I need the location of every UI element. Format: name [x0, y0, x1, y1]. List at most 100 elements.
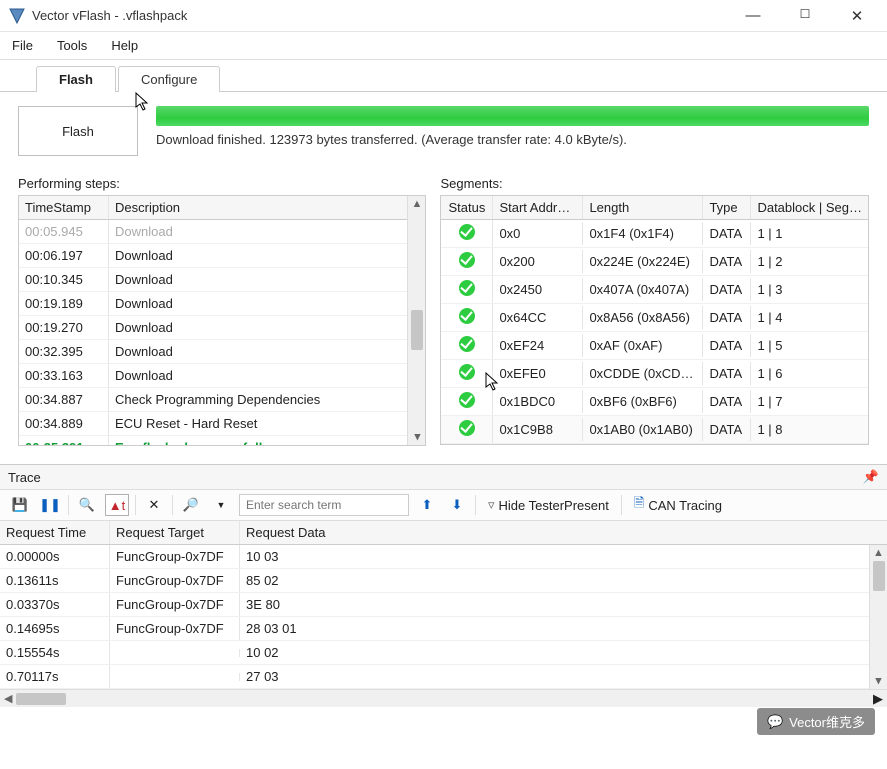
trace-cell-rt: 0.15554s — [0, 641, 110, 664]
maximize-button[interactable]: ☐ — [791, 7, 819, 25]
trace-row[interactable]: 0.14695s FuncGroup-0x7DF 28 03 01 — [0, 617, 869, 641]
steps-cell-desc: Download — [109, 244, 407, 267]
pause-icon[interactable]: ❚❚ — [38, 494, 62, 516]
segment-status-cell — [441, 332, 493, 359]
find-next-icon[interactable]: ⬇︎ — [445, 494, 469, 516]
close-button[interactable]: ✕ — [843, 7, 871, 25]
tab-flash[interactable]: Flash — [36, 66, 116, 92]
segment-db-cell: 1 | 5 — [751, 334, 868, 357]
steps-row[interactable]: 00:19.270 Download — [19, 316, 407, 340]
steps-col-description[interactable]: Description — [109, 196, 407, 219]
segment-length-cell: 0x407A (0x407A) — [583, 278, 703, 301]
check-icon — [459, 252, 475, 268]
segment-start-cell: 0x64CC — [493, 306, 583, 329]
search-input[interactable] — [239, 494, 409, 516]
steps-row[interactable]: 00:32.395 Download — [19, 340, 407, 364]
segment-row[interactable]: 0x1BDC0 0xBF6 (0xBF6) DATA 1 | 7 — [441, 388, 868, 416]
steps-pane: Performing steps: TimeStamp Description … — [18, 176, 426, 446]
trace-title: Trace — [8, 470, 41, 485]
flash-button[interactable]: Flash — [18, 106, 138, 156]
pin-icon[interactable]: 📌 — [863, 469, 879, 485]
segment-row[interactable]: 0xEF24 0xAF (0xAF) DATA 1 | 5 — [441, 332, 868, 360]
delta-time-icon[interactable]: ▲t — [105, 494, 129, 516]
seg-col-status[interactable]: Status — [441, 196, 493, 219]
steps-row[interactable]: 00:34.887 Check Programming Dependencies — [19, 388, 407, 412]
segment-start-cell: 0xEFE0 — [493, 362, 583, 385]
progress-bar — [156, 106, 869, 126]
trace-cell-rt: 0.03370s — [0, 593, 110, 616]
trace-cell-rd: 85 02 — [240, 569, 869, 592]
seg-col-length[interactable]: Length — [583, 196, 703, 219]
find-prev-icon[interactable]: ⬆︎ — [415, 494, 439, 516]
segment-length-cell: 0xAF (0xAF) — [583, 334, 703, 357]
trace-body[interactable]: 0.00000s FuncGroup-0x7DF 10 030.13611s F… — [0, 545, 869, 689]
segment-db-cell: 1 | 3 — [751, 278, 868, 301]
steps-cell-ts: 00:32.395 — [19, 340, 109, 363]
trace-cell-tg: FuncGroup-0x7DF — [110, 569, 240, 592]
steps-scrollbar[interactable]: ▲ ▲ — [407, 196, 425, 445]
menu-tools[interactable]: Tools — [57, 38, 87, 53]
steps-row[interactable]: 00:19.189 Download — [19, 292, 407, 316]
segment-db-cell: 1 | 6 — [751, 362, 868, 385]
steps-col-timestamp[interactable]: TimeStamp — [19, 196, 109, 219]
steps-cell-desc: Download — [109, 364, 407, 387]
trace-col-request-time[interactable]: Request Time — [0, 521, 110, 544]
steps-row[interactable]: 00:10.345 Download — [19, 268, 407, 292]
zoom-icon[interactable]: 🔍 — [75, 494, 99, 516]
trace-cell-rt: 0.14695s — [0, 617, 110, 640]
trace-col-request-target[interactable]: Request Target — [110, 521, 240, 544]
menu-file[interactable]: File — [12, 38, 33, 53]
segment-row[interactable]: 0x64CC 0x8A56 (0x8A56) DATA 1 | 4 — [441, 304, 868, 332]
steps-row[interactable]: 00:05.945 Download — [19, 220, 407, 244]
segment-type-cell: DATA — [703, 334, 751, 357]
steps-row[interactable]: 00:06.197 Download — [19, 244, 407, 268]
trace-cell-tg — [110, 649, 240, 657]
clear-icon[interactable]: ✕ — [142, 494, 166, 516]
segment-row[interactable]: 0x2450 0x407A (0x407A) DATA 1 | 3 — [441, 276, 868, 304]
menu-help[interactable]: Help — [111, 38, 138, 53]
trace-row[interactable]: 0.00000s FuncGroup-0x7DF 10 03 — [0, 545, 869, 569]
segment-row[interactable]: 0x0 0x1F4 (0x1F4) DATA 1 | 1 — [441, 220, 868, 248]
trace-row[interactable]: 0.13611s FuncGroup-0x7DF 85 02 — [0, 569, 869, 593]
trace-col-request-data[interactable]: Request Data — [240, 521, 887, 544]
steps-row[interactable]: 00:35.391 Ecu flashed successfully — [19, 436, 407, 445]
trace-row[interactable]: 0.03370s FuncGroup-0x7DF 3E 80 — [0, 593, 869, 617]
segment-start-cell: 0x1C9B8 — [493, 418, 583, 441]
seg-col-datablock[interactable]: Datablock | Seg… — [751, 196, 868, 219]
minimize-button[interactable]: — — [739, 7, 767, 25]
steps-label: Performing steps: — [18, 176, 426, 191]
steps-row[interactable]: 00:34.889 ECU Reset - Hard Reset — [19, 412, 407, 436]
segment-row[interactable]: 0x1C9B8 0x1AB0 (0x1AB0) DATA 1 | 8 — [441, 416, 868, 444]
steps-cell-ts: 00:33.163 — [19, 364, 109, 387]
trace-cell-tg — [110, 673, 240, 681]
tab-configure[interactable]: Configure — [118, 66, 220, 92]
trace-hscroll[interactable]: ◀ ▶ — [0, 689, 887, 707]
segments-body[interactable]: 0x0 0x1F4 (0x1F4) DATA 1 | 1 0x200 0x224… — [441, 220, 868, 444]
hide-testerpresent-button[interactable]: ▿ Hide TesterPresent — [482, 497, 615, 513]
trace-row[interactable]: 0.70117s 27 03 — [0, 665, 869, 689]
steps-body[interactable]: 00:05.945 Download00:06.197 Download00:1… — [19, 220, 407, 445]
trace-cell-rt: 0.00000s — [0, 545, 110, 568]
can-tracing-button[interactable]: 🗎 CAN Tracing — [628, 494, 728, 516]
steps-cell-ts: 00:10.345 — [19, 268, 109, 291]
dropdown-icon[interactable]: ▼ — [209, 494, 233, 516]
seg-col-start[interactable]: Start Address — [493, 196, 583, 219]
seg-col-type[interactable]: Type — [703, 196, 751, 219]
steps-cell-ts: 00:35.391 — [19, 436, 109, 445]
save-icon[interactable]: 💾 — [8, 494, 32, 516]
segment-status-cell — [441, 304, 493, 331]
trace-row[interactable]: 0.15554s 10 02 — [0, 641, 869, 665]
segment-db-cell: 1 | 8 — [751, 418, 868, 441]
trace-cell-rt: 0.13611s — [0, 569, 110, 592]
document-icon: 🗎 — [634, 494, 644, 516]
segment-db-cell: 1 | 7 — [751, 390, 868, 413]
steps-row[interactable]: 00:33.163 Download — [19, 364, 407, 388]
segment-status-cell — [441, 388, 493, 415]
segment-start-cell: 0x1BDC0 — [493, 390, 583, 413]
segment-db-cell: 1 | 2 — [751, 250, 868, 273]
find-icon[interactable]: 🔎 — [179, 494, 203, 516]
segment-row[interactable]: 0xEFE0 0xCDDE (0xCDDE) DATA 1 | 6 — [441, 360, 868, 388]
segment-row[interactable]: 0x200 0x224E (0x224E) DATA 1 | 2 — [441, 248, 868, 276]
trace-cell-rd: 28 03 01 — [240, 617, 869, 640]
trace-vscroll[interactable]: ▲ ▲ — [869, 545, 887, 689]
